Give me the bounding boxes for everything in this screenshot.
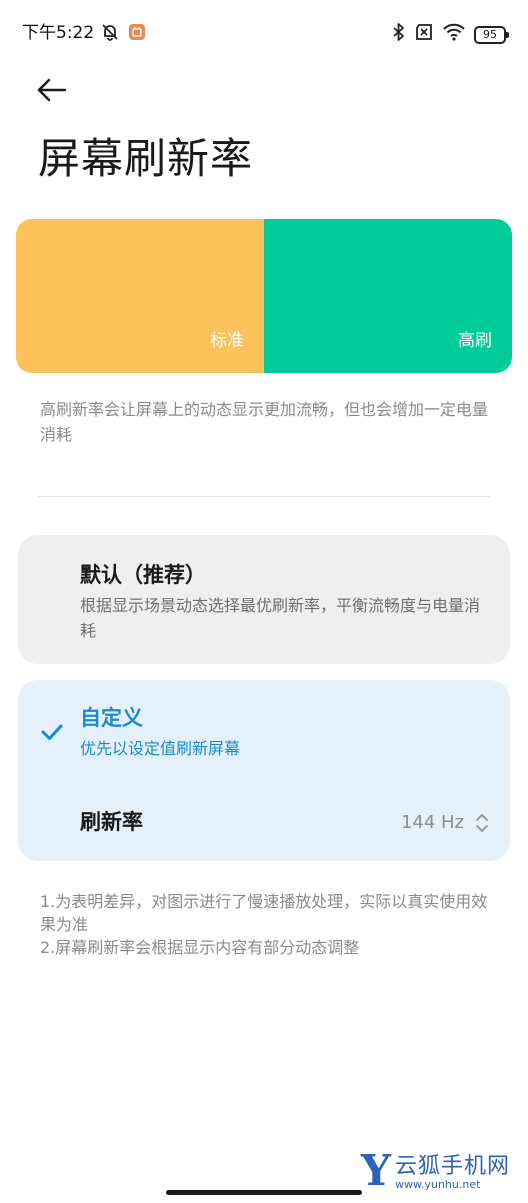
preview-standard-panel: 标准: [16, 219, 264, 373]
checkmark-icon: [41, 724, 63, 740]
notes: 1.为表明差异，对图示进行了慢速播放处理，实际以真实使用效果为准 2.屏幕刷新率…: [40, 890, 490, 959]
status-left-icons: [100, 22, 146, 47]
watermark-logo: Y 云狐手机网 www.yunhu.net: [361, 1146, 510, 1195]
option-custom-subtitle: 优先以设定值刷新屏幕: [80, 739, 241, 758]
bluetooth-icon: [392, 22, 406, 47]
preview-standard-label: 标准: [210, 331, 244, 351]
battery-icon: 95: [474, 25, 509, 44]
note-item: 2.屏幕刷新率会根据显示内容有部分动态调整: [40, 938, 360, 957]
arrow-left-icon: [37, 78, 67, 102]
mute-icon: [100, 22, 120, 47]
description-text: 高刷新率会让屏幕上的动态显示更加流畅，但也会增加一定电量消耗: [40, 400, 489, 444]
sim-icon: [414, 23, 434, 46]
option-custom-card[interactable]: 自定义 优先以设定值刷新屏幕 刷新率 144 Hz: [18, 680, 510, 861]
wifi-icon: [442, 23, 466, 46]
watermark-letter: Y: [361, 1146, 391, 1195]
home-indicator[interactable]: [166, 1190, 362, 1195]
option-default-subtitle: 根据显示场景动态选择最优刷新率，平衡流畅度与电量消耗: [80, 596, 481, 640]
watermark-url: www.yunhu.net: [394, 1178, 481, 1191]
screen: 下午5:22 95 屏幕刷新率 标准 高刷 高刷新率会让屏幕上的动态显示更加流畅…: [0, 0, 528, 1203]
option-custom-title: 自定义: [80, 706, 143, 730]
refresh-rate-label: 刷新率: [80, 810, 143, 834]
app-notification-icon: [128, 23, 146, 46]
refresh-rate-selector[interactable]: 刷新率 144 Hz: [18, 798, 510, 848]
status-time: 下午5:22: [22, 23, 95, 43]
refresh-rate-preview: 标准 高刷: [16, 219, 512, 373]
page-title: 屏幕刷新率: [38, 134, 254, 183]
preview-high-panel: 高刷: [264, 219, 512, 373]
option-default-card[interactable]: 默认（推荐） 根据显示场景动态选择最优刷新率，平衡流畅度与电量消耗: [18, 535, 510, 664]
up-down-chevron-icon: [476, 814, 488, 832]
status-right-icons: 95: [392, 22, 509, 47]
note-item: 1.为表明差异，对图示进行了慢速播放处理，实际以真实使用效果为准: [40, 892, 488, 934]
refresh-rate-value: 144 Hz: [400, 812, 464, 833]
status-bar: 下午5:22 95: [0, 0, 528, 66]
option-default-title: 默认（推荐）: [80, 563, 206, 587]
divider: [38, 496, 490, 497]
watermark-name: 云狐手机网: [394, 1154, 510, 1179]
preview-high-label: 高刷: [458, 331, 492, 351]
back-button[interactable]: [30, 68, 74, 112]
